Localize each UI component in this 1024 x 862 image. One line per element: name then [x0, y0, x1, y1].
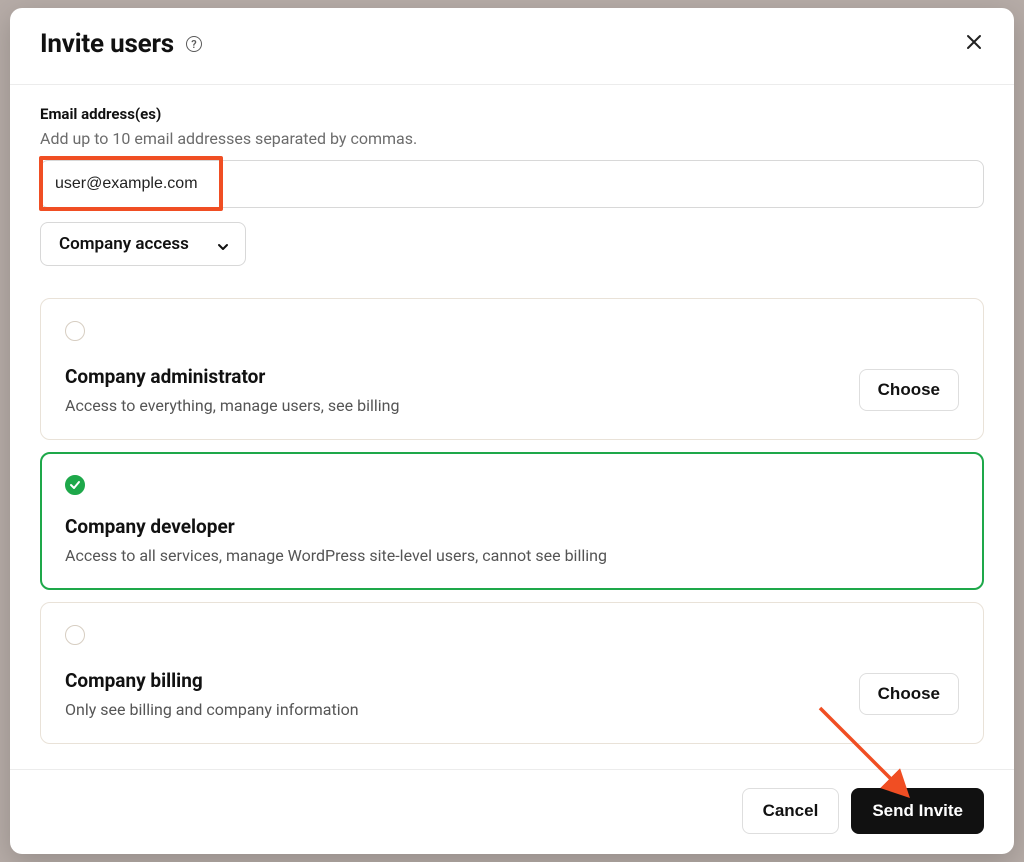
invite-users-modal: Invite users ? Email address(es) Add up … [10, 8, 1014, 854]
choose-button[interactable]: Choose [859, 369, 959, 411]
modal-title: Invite users [40, 29, 174, 59]
email-input[interactable] [40, 160, 984, 208]
chevron-down-icon [217, 238, 229, 250]
company-access-dropdown[interactable]: Company access [40, 222, 246, 266]
radio-checked-icon [65, 475, 85, 495]
cancel-button[interactable]: Cancel [742, 788, 840, 834]
modal-header: Invite users ? [10, 8, 1014, 85]
role-card-developer[interactable]: Company developer Access to all services… [40, 452, 984, 590]
company-access-label: Company access [59, 234, 189, 254]
help-icon[interactable]: ? [186, 36, 202, 52]
email-label: Email address(es) [40, 105, 984, 123]
role-title: Company developer [65, 515, 607, 538]
send-invite-button[interactable]: Send Invite [851, 788, 984, 834]
role-card-admin[interactable]: Company administrator Access to everythi… [40, 298, 984, 440]
radio-icon [65, 321, 85, 341]
close-icon [966, 33, 982, 55]
modal-body: Email address(es) Add up to 10 email add… [10, 85, 1014, 769]
email-hint: Add up to 10 email addresses separated b… [40, 129, 984, 148]
modal-footer: Cancel Send Invite [10, 769, 1014, 854]
role-description: Access to all services, manage WordPress… [65, 546, 607, 565]
role-card-billing[interactable]: Company billing Only see billing and com… [40, 602, 984, 744]
close-button[interactable] [960, 28, 988, 60]
role-description: Access to everything, manage users, see … [65, 396, 399, 415]
choose-button[interactable]: Choose [859, 673, 959, 715]
role-description: Only see billing and company information [65, 700, 359, 719]
radio-icon [65, 625, 85, 645]
role-title: Company administrator [65, 365, 399, 388]
role-title: Company billing [65, 669, 359, 692]
